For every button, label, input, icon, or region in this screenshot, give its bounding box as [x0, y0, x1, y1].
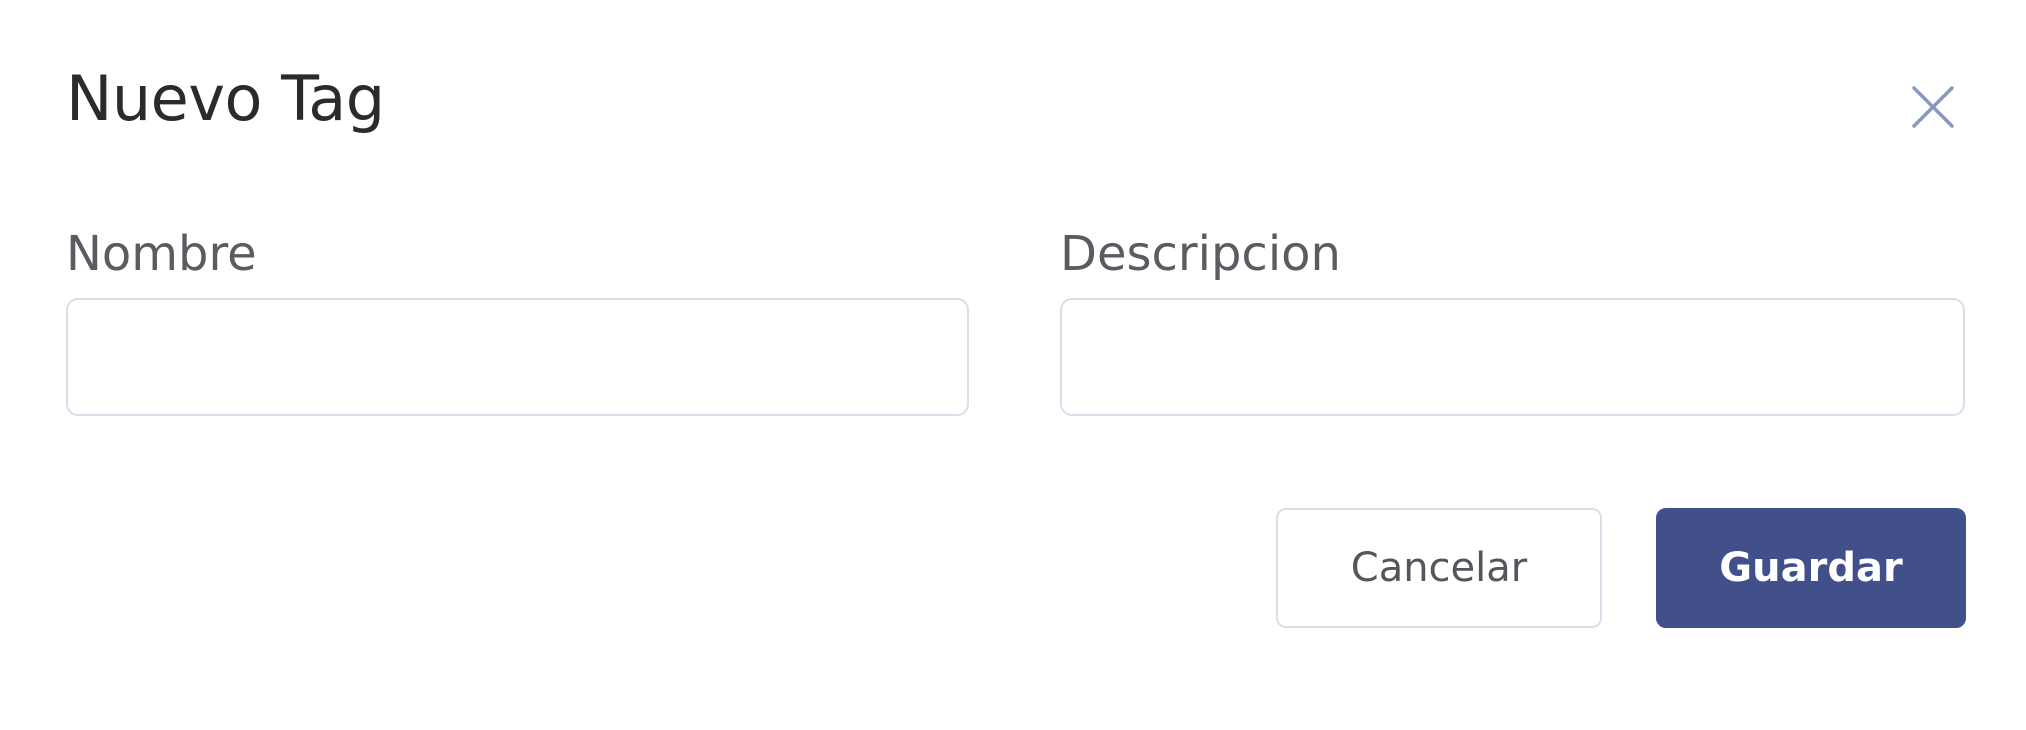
close-button[interactable] [1908, 82, 1958, 132]
dialog-title: Nuevo Tag [66, 62, 385, 135]
cancel-button[interactable]: Cancelar [1276, 508, 1602, 628]
new-tag-dialog: Nuevo Tag Nombre Descripcion Cancelar Gu… [0, 0, 2026, 730]
close-icon [1912, 86, 1954, 128]
nombre-input[interactable] [66, 298, 969, 416]
nombre-label: Nombre [66, 226, 257, 282]
descripcion-input[interactable] [1060, 298, 1965, 416]
descripcion-label: Descripcion [1060, 226, 1341, 282]
save-button[interactable]: Guardar [1656, 508, 1966, 628]
